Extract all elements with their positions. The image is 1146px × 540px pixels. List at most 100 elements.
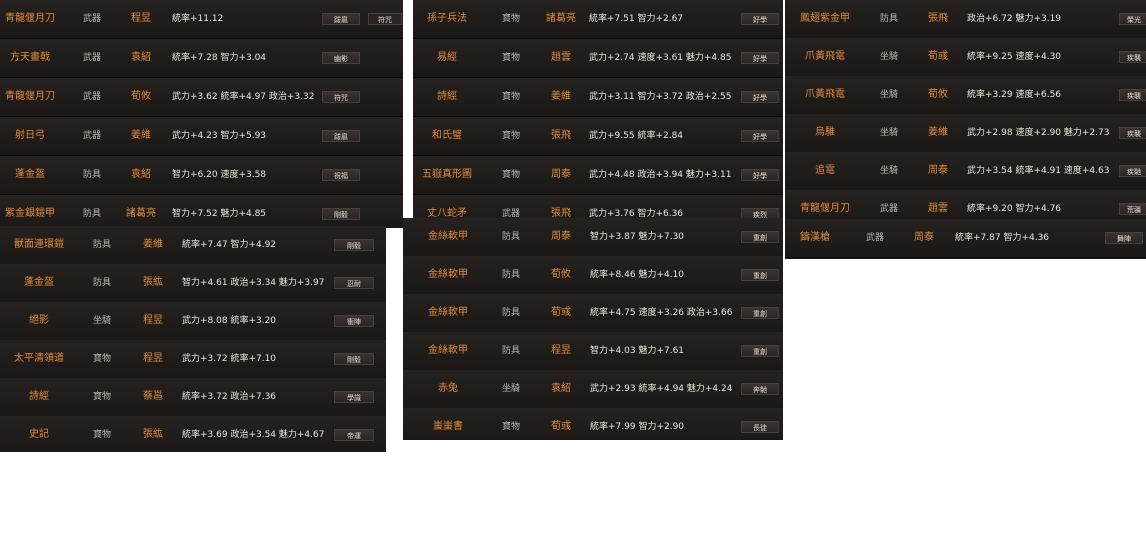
item-type: 防具 [92, 278, 111, 288]
item-name: 和氏璧 [432, 130, 462, 141]
skill-badge: 帝運 [334, 429, 374, 441]
item-owner: 張紘 [143, 429, 163, 440]
skill-badge: 疾襲 [1119, 51, 1146, 63]
skill-badge: 重創 [741, 269, 779, 281]
skill-badge: 好學 [741, 13, 779, 25]
table-row[interactable]: 詩經 寶物 姜維 武力+3.11 智力+3.72 政治+2.55 好學 [413, 78, 783, 117]
skill-badge: 荒疆 [1119, 203, 1146, 215]
table-row[interactable]: 金絲軟甲 防具 荀彧 統率+4.75 速度+3.26 政治+3.66 重創 [403, 294, 783, 333]
skill-badge: 好學 [741, 130, 779, 142]
skill-badge: 重創 [741, 345, 779, 357]
item-name: 赤兔 [438, 383, 458, 394]
item-stats: 武力+4.48 政治+3.94 魅力+3.11 [589, 170, 732, 180]
table-row[interactable]: 詩經 寶物 蔡邕 統率+3.72 政治+7.36 學識 [0, 378, 386, 417]
item-stats: 統率+7.47 智力+4.92 [182, 240, 277, 250]
skill-badge: 忍耐 [334, 277, 374, 289]
item-owner: 程昱 [143, 353, 163, 364]
item-owner: 袁紹 [551, 383, 571, 394]
item-stats: 武力+2.98 速度+2.90 魅力+2.73 [967, 128, 1110, 138]
item-name: 絕影 [29, 315, 49, 326]
item-stats: 統率+7.51 智力+2.67 [589, 14, 684, 24]
item-owner: 周泰 [928, 165, 948, 176]
table-row[interactable]: 方天畫戟 武器 袁紹 統率+7.28 智力+3.04 幽影 [0, 39, 403, 78]
item-owner: 周泰 [551, 169, 571, 180]
item-stats: 武力+2.93 統率+4.94 魅力+4.24 [590, 384, 733, 394]
table-row[interactable]: 和氏璧 寶物 張飛 武力+9.55 統率+2.84 好學 [413, 117, 783, 156]
table-row[interactable]: 赤兔 坐騎 袁紹 武力+2.93 統率+4.94 魅力+4.24 奔馳 [403, 370, 783, 409]
table-row[interactable]: 青龍偃月刀 武器 荀攸 武力+3.62 統率+4.97 政治+3.32 符咒 [0, 78, 403, 117]
item-owner: 張飛 [928, 13, 948, 24]
skill-badge: 跋扈 [322, 130, 360, 142]
table-row[interactable]: 蚩蚩書 寶物 荀彧 統率+7.99 智力+2.90 長徒 [403, 408, 783, 440]
item-type: 武器 [82, 53, 101, 63]
item-owner: 張飛 [551, 130, 571, 141]
table-row[interactable]: 射日弓 武器 姜維 武力+4.23 智力+5.93 跋扈 [0, 117, 403, 156]
equipment-panel-5: 鳳翅紫金甲 防具 張飛 政治+6.72 魅力+3.19 榮光 爪黃飛電 坐騎 荀… [785, 0, 1146, 222]
item-name: 太平清領道 [14, 353, 64, 364]
item-type: 武器 [82, 131, 101, 141]
table-row[interactable]: 金絲軟甲 防具 程昱 智力+4.03 魅力+7.61 重創 [403, 332, 783, 371]
table-row[interactable]: 追電 坐騎 周泰 武力+3.54 統率+4.91 速度+4.63 疾馳 [785, 152, 1146, 191]
item-name: 追電 [815, 165, 835, 176]
table-row[interactable]: 蓬金盔 防具 袁紹 智力+6.20 速度+3.58 祝福 [0, 156, 403, 195]
skill-badge: 舞陣 [1105, 232, 1143, 244]
item-stats: 智力+6.20 速度+3.58 [172, 170, 267, 180]
item-owner: 姜維 [143, 239, 163, 250]
item-name: 五嶽真形圖 [422, 169, 472, 180]
item-stats: 統率+7.99 智力+2.90 [590, 422, 685, 432]
item-name: 蓬金盔 [15, 169, 45, 180]
item-owner: 程昱 [143, 315, 163, 326]
table-row[interactable]: 青龍偃月刀 武器 程昱 統率+11.12 跋扈 符咒 [0, 0, 403, 39]
item-stats: 統率+9.20 智力+4.76 [967, 204, 1062, 214]
item-type: 防具 [501, 232, 520, 242]
table-row[interactable]: 金絲軟甲 防具 周泰 智力+3.87 魅力+7.30 重創 [403, 218, 783, 257]
item-owner: 周泰 [914, 232, 934, 243]
item-name: 方天畫戟 [10, 52, 50, 63]
item-type: 寶物 [501, 131, 520, 141]
table-row[interactable]: 紫金銀鎧甲 防具 諸葛亮 智力+7.52 魅力+4.85 剛毅 [0, 195, 403, 228]
skill-badge: 祝福 [322, 169, 360, 181]
item-type: 寶物 [501, 92, 520, 102]
item-stats: 武力+3.72 統率+7.10 [182, 354, 277, 364]
table-row[interactable]: 爪黃飛電 坐騎 荀彧 統率+9.25 速度+4.30 疾襲 [785, 38, 1146, 77]
table-row[interactable]: 烏騅 坐騎 姜維 武力+2.98 速度+2.90 魅力+2.73 疾襲 [785, 114, 1146, 153]
table-row[interactable]: 鳳翅紫金甲 防具 張飛 政治+6.72 魅力+3.19 榮光 [785, 0, 1146, 39]
item-owner: 荀攸 [131, 91, 151, 102]
skill-badge: 好學 [741, 169, 779, 181]
item-stats: 武力+2.74 速度+3.61 魅力+4.85 [589, 53, 732, 63]
item-type: 坐騎 [92, 316, 111, 326]
item-type: 寶物 [501, 14, 520, 24]
table-row[interactable]: 鑄漢槍 武器 周泰 統率+7.87 智力+4.36 舞陣 [785, 219, 1146, 258]
skill-badge: 奔馳 [741, 383, 779, 395]
item-type: 坐騎 [879, 166, 898, 176]
table-row[interactable]: 蓬金盔 防具 張紘 智力+4.61 政治+3.34 魅力+3.97 忍耐 [0, 264, 386, 303]
item-stats: 統率+4.75 速度+3.26 政治+3.66 [590, 308, 733, 318]
table-row[interactable]: 易經 寶物 趙雲 武力+2.74 速度+3.61 魅力+4.85 好學 [413, 39, 783, 78]
table-row[interactable]: 五嶽真形圖 寶物 周泰 武力+4.48 政治+3.94 魅力+3.11 好學 [413, 156, 783, 195]
item-owner: 周泰 [551, 231, 571, 242]
table-row[interactable]: 太平清領道 寶物 程昱 武力+3.72 統率+7.10 剛毅 [0, 340, 386, 379]
item-stats: 統率+11.12 [172, 14, 224, 24]
item-name: 金絲軟甲 [428, 231, 468, 242]
table-row[interactable]: 獸面連環鎧 防具 姜維 統率+7.47 智力+4.92 剛毅 [0, 226, 386, 265]
table-row[interactable]: 史記 寶物 張紘 統率+3.69 政治+3.54 魅力+4.67 帝運 [0, 416, 386, 452]
item-owner: 荀攸 [551, 269, 571, 280]
item-stats: 統率+7.87 智力+4.36 [955, 233, 1050, 243]
skill-badge: 重創 [741, 307, 779, 319]
item-stats: 武力+4.23 智力+5.93 [172, 131, 267, 141]
table-row[interactable]: 絕影 坐騎 程昱 武力+8.08 統率+3.20 衝陣 [0, 302, 386, 341]
item-name: 爪黃飛電 [805, 89, 845, 100]
item-name: 易經 [437, 52, 457, 63]
table-row[interactable]: 青龍偃月刀 武器 趙雲 統率+9.20 智力+4.76 荒疆 [785, 190, 1146, 222]
skill-badge: 長徒 [741, 421, 779, 433]
table-row[interactable]: 金絲軟甲 防具 荀攸 統率+8.46 魅力+4.10 重創 [403, 256, 783, 295]
table-row[interactable]: 爪黃飛電 坐騎 荀攸 統率+3.29 速度+6.56 疾襲 [785, 76, 1146, 115]
item-type: 武器 [879, 204, 898, 214]
item-stats: 智力+7.52 魅力+4.85 [172, 209, 267, 219]
item-type: 武器 [82, 92, 101, 102]
item-name: 詩經 [29, 391, 49, 402]
table-row[interactable]: 孫子兵法 寶物 諸葛亮 統率+7.51 智力+2.67 好學 [413, 0, 783, 39]
item-owner: 荀彧 [551, 307, 571, 318]
item-name: 鑄漢槍 [800, 232, 830, 243]
item-stats: 武力+3.11 智力+3.72 政治+2.55 [589, 92, 732, 102]
